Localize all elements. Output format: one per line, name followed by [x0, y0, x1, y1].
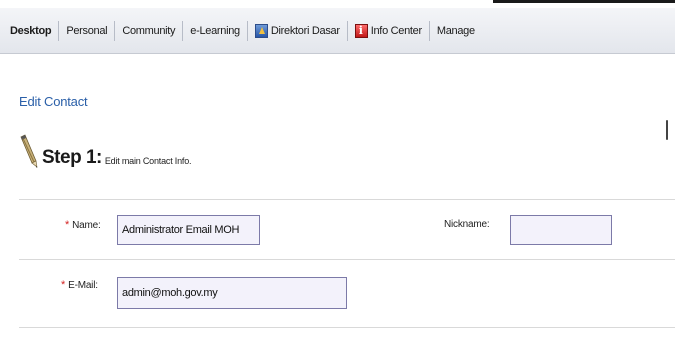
- main-nav: Desktop Personal Community e-Learning Di…: [0, 8, 675, 54]
- nickname-input[interactable]: [510, 215, 612, 245]
- top-strip-dark: [493, 0, 675, 3]
- email-input[interactable]: admin@moh.gov.my: [117, 277, 347, 309]
- nav-desktop[interactable]: Desktop: [0, 21, 58, 41]
- name-input[interactable]: Administrator Email MOH: [117, 215, 260, 245]
- nav-manage[interactable]: Manage: [430, 21, 482, 41]
- top-strip: [0, 0, 675, 4]
- pencil-icon: [19, 133, 39, 169]
- step-label: Step 1:: [42, 147, 102, 168]
- email-label-text: E-Mail:: [68, 280, 98, 291]
- required-marker: *: [61, 279, 66, 291]
- nickname-label: Nickname:: [444, 219, 490, 230]
- nav-direktori-dasar[interactable]: Direktori Dasar: [248, 21, 347, 41]
- form-row-name: * Name: Administrator Email MOH Nickname:: [19, 200, 675, 260]
- contact-form: * Name: Administrator Email MOH Nickname:…: [19, 199, 675, 328]
- form-row-email: * E-Mail: admin@moh.gov.my: [19, 260, 675, 328]
- nav-info-center[interactable]: Info Center: [348, 21, 429, 41]
- info-icon: [354, 23, 368, 38]
- name-label: * Name:: [65, 219, 101, 231]
- nav-e-learning[interactable]: e-Learning: [183, 21, 247, 41]
- nav-community[interactable]: Community: [115, 21, 182, 41]
- edge-fragment: [666, 120, 668, 140]
- nav-personal[interactable]: Personal: [59, 21, 114, 41]
- email-label: * E-Mail:: [61, 279, 98, 291]
- nav-direktori-dasar-label: Direktori Dasar: [270, 24, 340, 37]
- step-description: Edit main Contact Info.: [104, 156, 192, 166]
- page-title: Edit Contact: [19, 94, 88, 109]
- step-heading: Step 1: Edit main Contact Info.: [19, 133, 192, 169]
- name-label-text: Name:: [72, 220, 101, 231]
- nav-info-center-label: Info Center: [370, 24, 422, 37]
- directory-icon: [254, 23, 268, 38]
- required-marker: *: [65, 219, 70, 231]
